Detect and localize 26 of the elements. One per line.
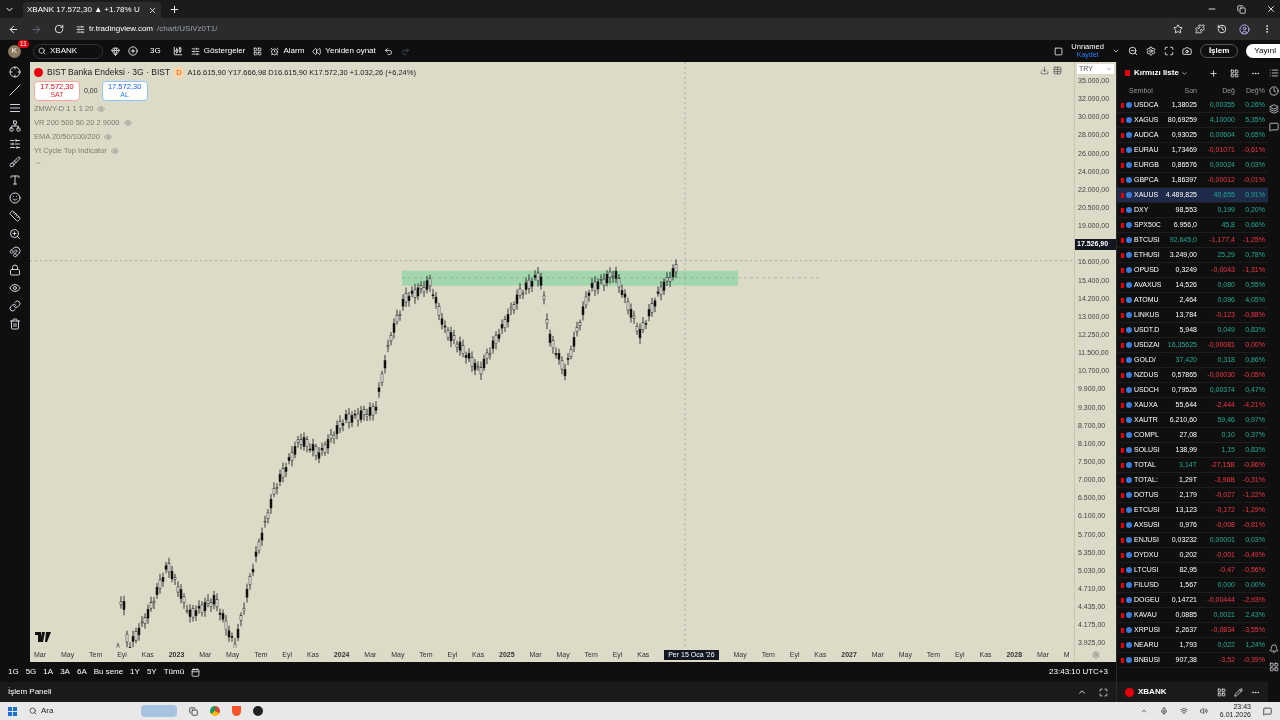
footer-symbol: XBANK: [1138, 686, 1167, 698]
range-button[interactable]: Bu sene: [93, 666, 124, 678]
taskbar-search[interactable]: Ara: [29, 705, 129, 717]
replay-button[interactable]: Yeniden oynat: [312, 45, 376, 57]
trading-panel-tab[interactable]: İşlem Paneli: [8, 686, 52, 698]
symbol-title: BIST Banka Endeksi · 3G · BIST: [47, 66, 171, 79]
indicators-button[interactable]: Göstergeler: [190, 45, 246, 57]
range-button[interactable]: 6A: [76, 666, 87, 678]
tab-title: XBANK 17.572,30 ▲ +1.78% U: [27, 4, 140, 16]
range-button[interactable]: 1G: [8, 666, 19, 678]
publish-button[interactable]: Yayınl: [1246, 44, 1280, 58]
clock-text: 23:43:10 UTC+3: [1049, 666, 1108, 678]
url-domain: tr.tradingview.com: [89, 23, 154, 35]
range-button[interactable]: 5Y: [146, 666, 157, 678]
avatar: K: [8, 44, 21, 58]
alarm-button[interactable]: Alarm: [270, 45, 305, 57]
url-path: /chart/USiVz0T1/: [157, 23, 218, 35]
watchlist-title[interactable]: Kırmızı liste: [1134, 67, 1188, 79]
interval-button[interactable]: 3G: [146, 45, 165, 57]
address-field[interactable]: tr.tradingview.com /chart/USiVz0T1/: [76, 21, 1183, 37]
range-button[interactable]: Tümü: [163, 666, 185, 678]
range-button[interactable]: 1Y: [130, 666, 140, 678]
browser-tab[interactable]: XBANK 17.572,30 ▲ +1.78% U: [23, 2, 161, 18]
range-button[interactable]: 5G: [25, 666, 37, 678]
range-button[interactable]: 1A: [43, 666, 54, 678]
range-button[interactable]: 3A: [60, 666, 70, 678]
